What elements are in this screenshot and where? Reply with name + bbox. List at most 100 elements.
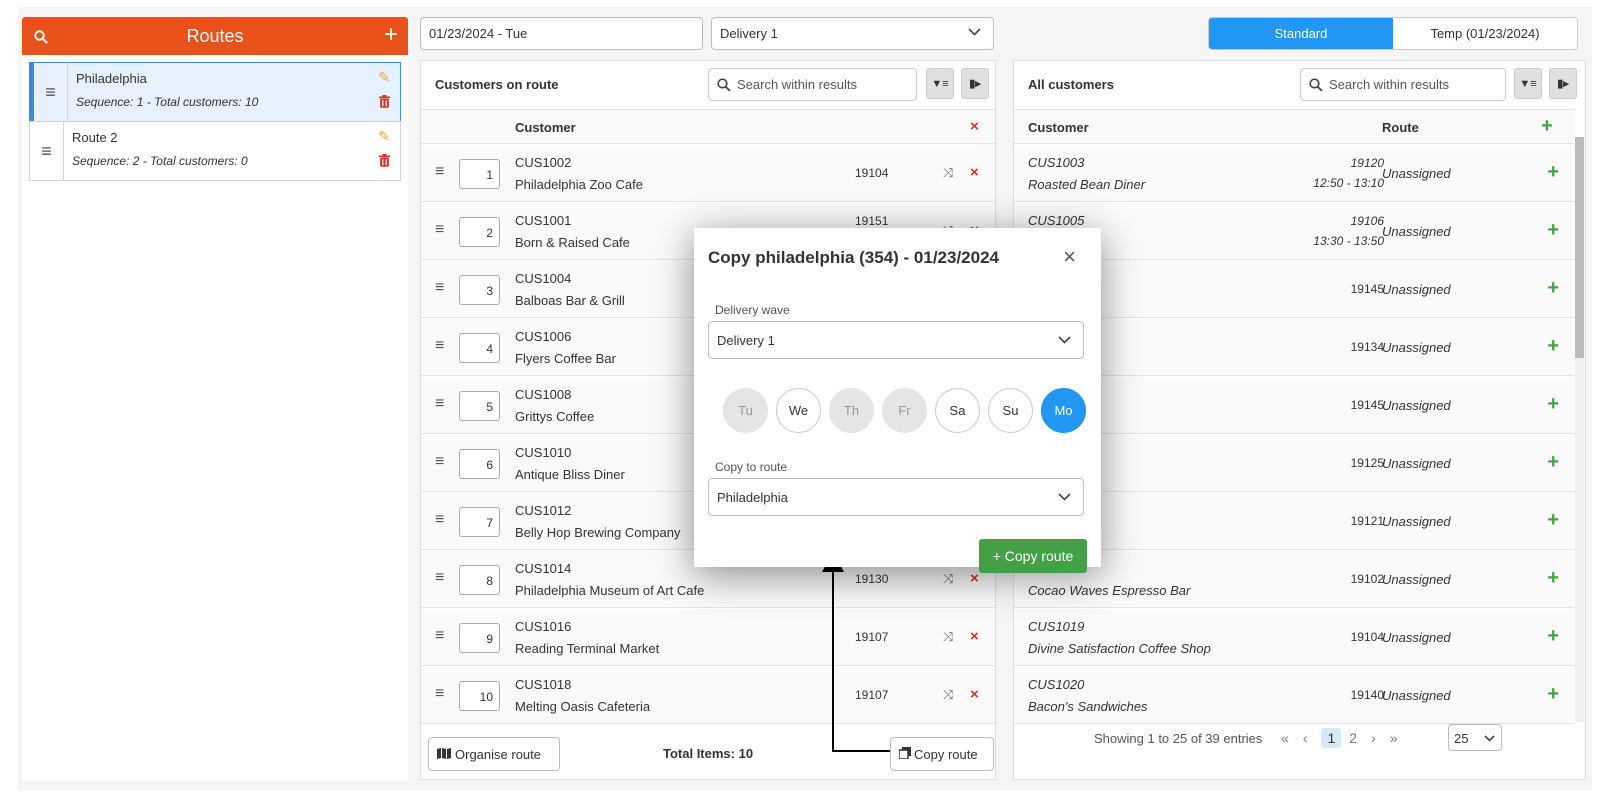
table-row: CUS1020 Bacon's Sandwiches 19140 Unassigned… — [1014, 667, 1574, 724]
filter-button[interactable]: ▼≡ — [926, 68, 954, 99]
remove-icon[interactable]: × — [970, 686, 979, 703]
page-2[interactable]: 2 — [1349, 730, 1357, 746]
copy-route-modal: Copy philadelphia (354) - 01/23/2024 × D… — [694, 228, 1101, 573]
sequence-input[interactable]: 9 — [459, 623, 500, 653]
date-input[interactable]: 01/23/2024 - Tue — [420, 17, 703, 50]
customer-zip: 19134 — [1350, 340, 1384, 354]
delivery-select[interactable]: Delivery 1 — [711, 17, 994, 50]
copy-route-button[interactable]: Copy route — [890, 737, 994, 771]
drag-handle-icon[interactable]: ≡ — [435, 396, 444, 412]
page-1[interactable]: 1 — [1321, 728, 1342, 748]
search-icon[interactable] — [34, 28, 48, 49]
copy-route-label: Copy route — [914, 746, 978, 762]
edit-icon[interactable]: ✎ — [378, 128, 390, 145]
add-icon[interactable]: + — [1547, 625, 1559, 648]
organise-route-button[interactable]: Organise route — [428, 737, 560, 771]
day-mo[interactable]: Mo — [1041, 388, 1086, 433]
drag-handle-icon[interactable]: ≡ — [435, 570, 444, 586]
sequence-input[interactable]: 4 — [459, 333, 500, 363]
delivery-wave-label: Delivery wave — [715, 303, 790, 317]
add-route-icon[interactable]: + — [384, 21, 398, 49]
search-input[interactable]: Search within results — [1300, 68, 1506, 101]
add-icon[interactable]: + — [1547, 683, 1559, 706]
add-icon[interactable]: + — [1547, 567, 1559, 590]
add-icon[interactable]: + — [1547, 219, 1559, 242]
shuffle-icon[interactable]: ⤨ — [943, 571, 953, 587]
route-name: Philadelphia — [76, 71, 147, 86]
temp-toggle[interactable]: Temp (01/23/2024) — [1393, 18, 1577, 49]
col-customer: Customer — [515, 120, 576, 135]
scrollbar[interactable] — [1575, 137, 1584, 722]
shuffle-icon[interactable]: ⤨ — [943, 629, 953, 645]
page-size-select[interactable]: 25 — [1448, 724, 1502, 751]
copy-to-route-select[interactable]: Philadelphia — [708, 478, 1084, 516]
day-sa[interactable]: Sa — [935, 388, 980, 433]
add-all-icon[interactable]: + — [1541, 115, 1553, 138]
day-we[interactable]: We — [776, 388, 821, 433]
export-button[interactable]: ▮▸ — [1549, 68, 1577, 99]
modal-copy-route-button[interactable]: + Copy route — [979, 539, 1087, 573]
delivery-select-value: Delivery 1 — [720, 26, 778, 41]
copy-to-route-label: Copy to route — [715, 460, 788, 474]
add-icon[interactable]: + — [1547, 509, 1559, 532]
filter-icon: ▼≡ — [931, 77, 949, 90]
customer-name: Grittys Coffee — [515, 409, 595, 424]
search-placeholder: Search within results — [1329, 77, 1449, 92]
drag-handle-icon[interactable]: ≡ — [435, 222, 444, 238]
drag-handle-icon[interactable]: ≡ — [435, 454, 444, 470]
table-row: CUS1003 Roasted Bean Diner 19120 12:50 - 13… — [1014, 145, 1574, 202]
remove-icon[interactable]: × — [970, 628, 979, 645]
drag-handle-icon[interactable]: ≡ — [435, 164, 444, 180]
filter-button[interactable]: ▼≡ — [1514, 68, 1542, 99]
sequence-input[interactable]: 6 — [459, 449, 500, 479]
remove-all-icon[interactable]: × — [970, 118, 979, 135]
panel-title: Customers on route — [435, 77, 559, 92]
last-page-icon[interactable]: » — [1390, 730, 1398, 746]
customer-id: CUS1016 — [515, 619, 572, 634]
customer-zip: 19151 — [855, 214, 889, 228]
customer-id: CUS1014 — [515, 561, 572, 576]
remove-icon[interactable]: × — [970, 570, 979, 587]
drag-handle-icon[interactable]: ≡ — [435, 686, 444, 702]
trash-icon[interactable] — [379, 95, 390, 111]
scrollbar-thumb[interactable] — [1575, 137, 1584, 358]
drag-handle-icon[interactable]: ≡ — [435, 338, 444, 354]
add-icon[interactable]: + — [1547, 335, 1559, 358]
chevron-down-icon — [968, 28, 981, 36]
sequence-input[interactable]: 3 — [459, 275, 500, 305]
shuffle-icon[interactable]: ⤨ — [943, 687, 953, 703]
route-item-route-2[interactable]: ≡ Route 2 Sequence: 2 - Total customers:… — [29, 121, 401, 181]
trash-icon[interactable] — [379, 154, 390, 170]
export-button[interactable]: ▮▸ — [961, 68, 989, 99]
prev-page-icon[interactable]: ‹ — [1303, 730, 1308, 746]
sequence-input[interactable]: 7 — [459, 507, 500, 537]
first-page-icon[interactable]: « — [1281, 730, 1289, 746]
route-item-philadelphia[interactable]: ≡ Philadelphia Sequence: 1 - Total custo… — [29, 62, 401, 122]
search-input[interactable]: Search within results — [708, 68, 917, 101]
shuffle-icon[interactable]: ⤨ — [943, 165, 953, 181]
drag-handle-icon[interactable]: ≡ — [435, 628, 444, 644]
remove-icon[interactable]: × — [970, 164, 979, 181]
delivery-wave-select[interactable]: Delivery 1 — [708, 321, 1084, 359]
edit-icon[interactable]: ✎ — [378, 69, 390, 86]
sequence-input[interactable]: 8 — [459, 565, 500, 595]
add-icon[interactable]: + — [1547, 161, 1559, 184]
sequence-input[interactable]: 1 — [459, 159, 500, 189]
drag-handle-icon[interactable]: ≡ — [435, 512, 444, 528]
sequence-input[interactable]: 5 — [459, 391, 500, 421]
route-assignment: Unassigned — [1382, 688, 1451, 703]
sequence-input[interactable]: 10 — [459, 681, 500, 711]
add-icon[interactable]: + — [1547, 451, 1559, 474]
time-window: 12:50 - 13:10 — [1313, 176, 1384, 190]
add-icon[interactable]: + — [1547, 277, 1559, 300]
day-su[interactable]: Su — [988, 388, 1033, 433]
routes-header: Routes + — [22, 17, 408, 55]
drag-handle-icon[interactable]: ≡ — [435, 280, 444, 296]
close-icon[interactable]: × — [1063, 246, 1076, 268]
sequence-input[interactable]: 2 — [459, 217, 500, 247]
drag-handle-icon[interactable]: ≡ — [34, 63, 68, 121]
standard-toggle[interactable]: Standard — [1209, 18, 1393, 49]
next-page-icon[interactable]: › — [1371, 730, 1376, 746]
drag-handle-icon[interactable]: ≡ — [30, 122, 64, 180]
add-icon[interactable]: + — [1547, 393, 1559, 416]
